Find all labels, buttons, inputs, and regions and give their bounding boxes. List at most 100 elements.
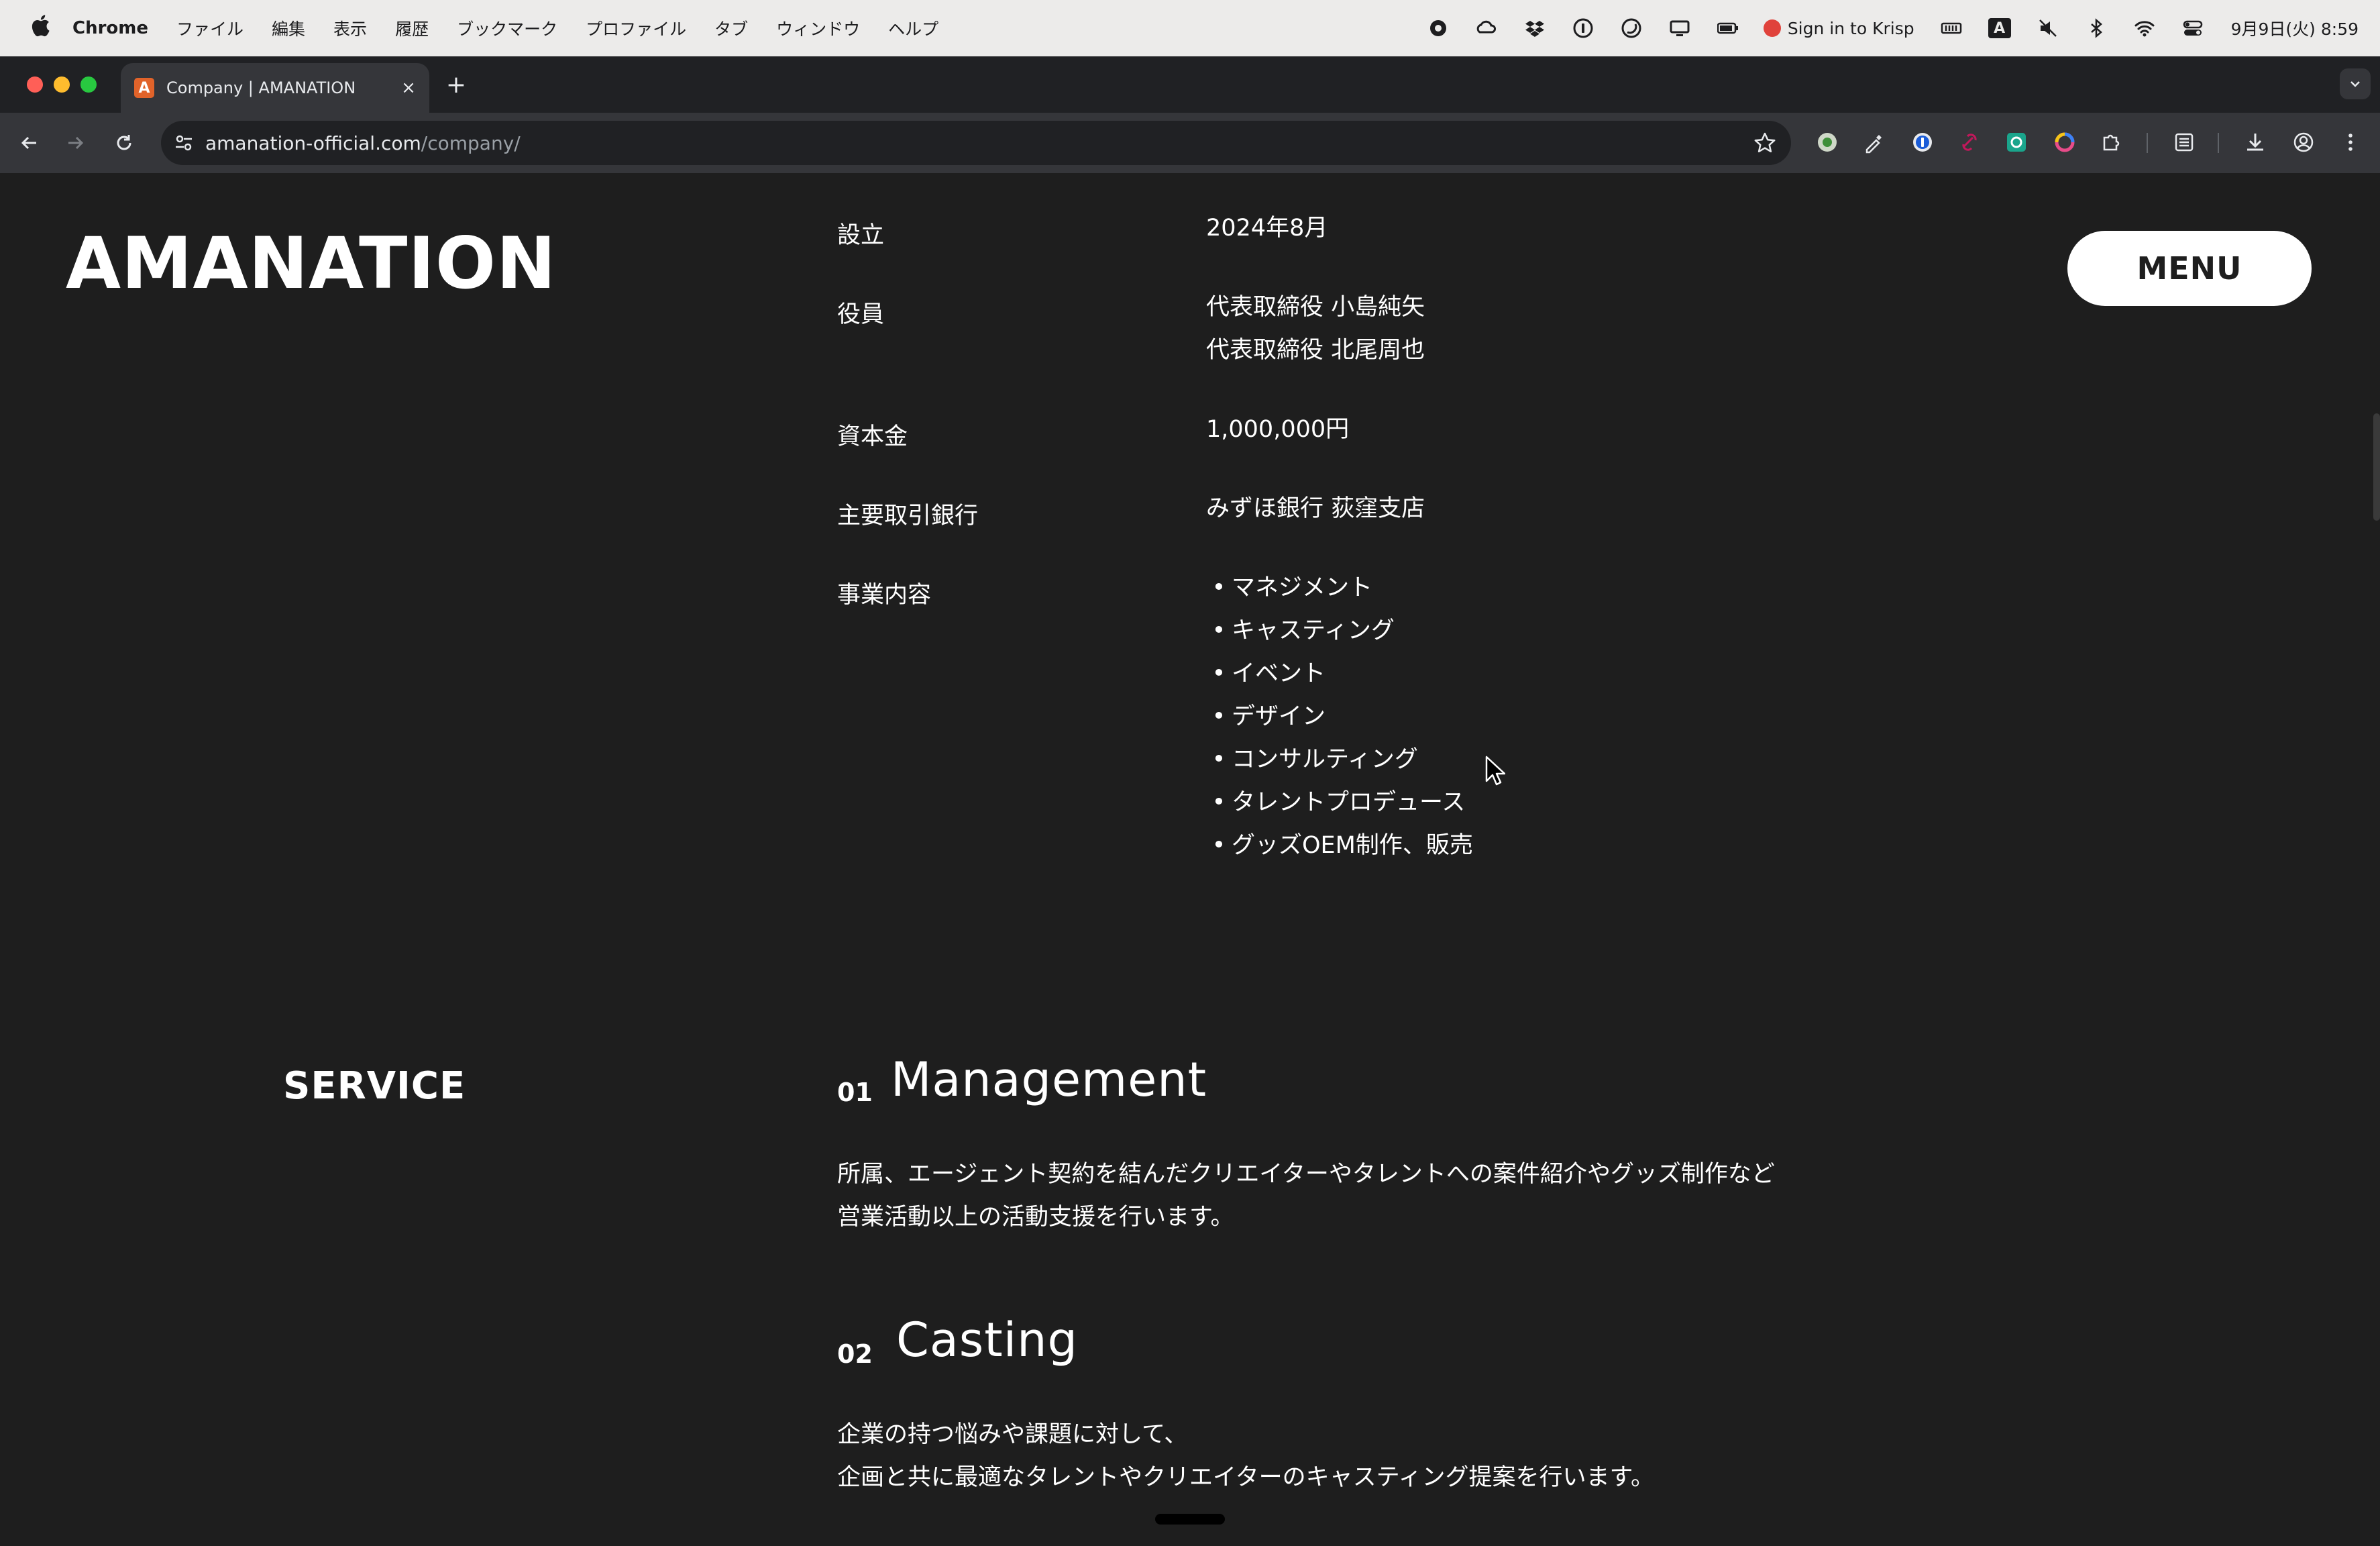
menu-help[interactable]: ヘルプ [888, 16, 938, 40]
url-path: /company/ [421, 132, 521, 154]
battery-icon [1717, 17, 1739, 40]
bank-label: 主要取引銀行 [837, 503, 979, 529]
profile-icon[interactable] [2290, 129, 2317, 156]
business-item: キャスティング [1206, 609, 2011, 652]
officers-label: 役員 [837, 301, 885, 328]
menu-bookmarks[interactable]: ブックマーク [457, 16, 557, 40]
menu-edit[interactable]: 編集 [272, 16, 305, 40]
menu-app-name[interactable]: Chrome [72, 18, 148, 38]
toolbar-divider [2218, 133, 2219, 153]
back-icon[interactable] [13, 127, 44, 158]
url-domain: amanation-official.com [205, 132, 421, 154]
service-description: 所属、エージェント契約を結んだクリエイターやタレントへの案件紹介やグッズ制作など… [837, 1153, 1775, 1239]
address-bar[interactable]: amanation-official.com/company/ [161, 121, 1791, 165]
extension-teal-icon[interactable] [2003, 129, 2030, 156]
more-icon[interactable] [2337, 129, 2364, 156]
service-title: Casting [896, 1312, 1078, 1368]
scrollbar-thumb[interactable] [2373, 413, 2380, 521]
reading-list-icon[interactable] [2171, 129, 2198, 156]
site-info-icon[interactable] [170, 130, 197, 156]
control-center-icon[interactable] [2181, 17, 2204, 40]
window-close-button[interactable] [27, 76, 43, 93]
forward-icon[interactable] [60, 127, 91, 158]
tab-close-icon[interactable]: × [397, 78, 420, 98]
service-number: 01 [837, 1078, 873, 1107]
bank-value: みずほ銀行 荻窪支店 [1206, 495, 1425, 522]
officers-value: 代表取締役 小島純矢 代表取締役 北尾周也 [1206, 286, 2011, 372]
creative-cloud-icon[interactable] [1475, 17, 1498, 40]
dropbox-icon[interactable] [1523, 17, 1546, 40]
bookmark-star-icon[interactable] [1753, 132, 1776, 154]
wifi-icon[interactable] [2133, 17, 2156, 40]
display-icon[interactable] [1668, 17, 1691, 40]
apple-icon[interactable] [27, 14, 54, 43]
business-item: タレントプロデュース [1206, 781, 2011, 824]
menu-profiles[interactable]: プロファイル [586, 16, 686, 40]
memory-icon[interactable] [1940, 17, 1963, 40]
menu-bar-clock[interactable]: 9月9日(火) 8:59 [2231, 16, 2359, 40]
site-logo[interactable]: AMANATION [66, 228, 557, 299]
service-description-line: 営業活動以上の活動支援を行います。 [837, 1204, 1234, 1231]
menu-view[interactable]: 表示 [333, 16, 367, 40]
business-item: イベント [1206, 652, 2011, 695]
capital-value: 1,000,000円 [1206, 416, 1350, 443]
download-icon[interactable] [2242, 129, 2269, 156]
capital-label: 資本金 [837, 423, 908, 450]
window-zoom-button[interactable] [80, 76, 97, 93]
service-number: 02 [837, 1339, 873, 1369]
business-item: マネジメント [1206, 566, 2011, 609]
extension-green-icon[interactable] [1814, 129, 1841, 156]
mute-icon[interactable] [2037, 17, 2059, 40]
krisp-menu[interactable]: Sign in to Krisp [1763, 18, 1914, 38]
business-item: デザイン [1206, 695, 2011, 738]
tab-favicon: A [134, 78, 154, 98]
founded-value: 2024年8月 [1206, 215, 1328, 242]
1password-extension-icon[interactable] [1909, 129, 1936, 156]
browser-tab-strip: A Company | AMANATION × + [0, 56, 2380, 113]
founded-label: 設立 [837, 222, 885, 249]
extensions-icon[interactable] [2098, 129, 2125, 156]
extension-color-wheel-icon[interactable] [2051, 129, 2078, 156]
service-heading: SERVICE [283, 1064, 466, 1108]
moon-icon[interactable] [1620, 17, 1643, 40]
menu-button[interactable]: MENU [2067, 231, 2312, 306]
toolbar-divider [2147, 133, 2148, 153]
business-item: グッズOEM制作、販売 [1206, 824, 2011, 867]
input-source-icon[interactable]: A [1988, 17, 2011, 40]
1password-icon[interactable] [1572, 17, 1594, 40]
menu-window[interactable]: ウィンドウ [776, 16, 860, 40]
browser-toolbar: amanation-official.com/company/ [0, 113, 2380, 174]
mouse-cursor-icon [1485, 756, 1505, 786]
window-minimize-button[interactable] [54, 76, 70, 93]
menu-history[interactable]: 履歴 [395, 16, 429, 40]
reload-icon[interactable] [109, 127, 140, 158]
page-content: AMANATION MENU 設立 2024年8月 役員 代表取締役 小島純矢 … [0, 173, 2380, 1546]
krisp-label: Sign in to Krisp [1787, 18, 1914, 38]
menu-bar-tray: Sign in to Krisp A 9月9日(火) 8:59 [1401, 0, 2359, 56]
extension-link-icon[interactable] [1956, 129, 1983, 156]
service-description-line: 企画と共に最適なタレントやクリエイターのキャスティング提案を行います。 [837, 1464, 1655, 1491]
business-label: 事業内容 [837, 582, 932, 609]
record-icon[interactable] [1427, 17, 1450, 40]
new-tab-button[interactable]: + [443, 71, 470, 99]
officer-item: 代表取締役 小島純矢 [1206, 294, 1425, 321]
krisp-icon [1763, 19, 1781, 37]
service-description-line: 企業の持つ悩みや課題に対して、 [837, 1421, 1188, 1448]
service-description-line: 所属、エージェント契約を結んだクリエイターやタレントへの案件紹介やグッズ制作など [837, 1161, 1775, 1188]
service-description: 企業の持つ悩みや課題に対して、 企画と共に最適なタレントやクリエイターのキャステ… [837, 1413, 1654, 1499]
menu-file[interactable]: ファイル [176, 16, 244, 40]
service-title: Management [891, 1052, 1207, 1107]
bottom-handle[interactable] [1155, 1514, 1225, 1525]
menu-tab[interactable]: タブ [714, 16, 748, 40]
macos-menu-bar: Chrome ファイル 編集 表示 履歴 ブックマーク プロファイル タブ ウィ… [0, 0, 2380, 56]
url-text: amanation-official.com/company/ [205, 132, 521, 154]
bluetooth-icon[interactable] [2085, 17, 2108, 40]
business-list: マネジメント キャスティング イベント デザイン コンサルティング タレントプロ… [1206, 566, 2011, 867]
tab-search-chevron-icon[interactable] [2340, 68, 2371, 99]
officer-item: 代表取締役 北尾周也 [1206, 337, 1425, 364]
color-picker-icon[interactable] [1861, 129, 1888, 156]
business-item: コンサルティング [1206, 738, 2011, 781]
business-value: マネジメント キャスティング イベント デザイン コンサルティング タレントプロ… [1206, 566, 2011, 867]
tab-title: Company | AMANATION [166, 79, 356, 97]
browser-tab-active[interactable]: A Company | AMANATION × [121, 63, 429, 113]
